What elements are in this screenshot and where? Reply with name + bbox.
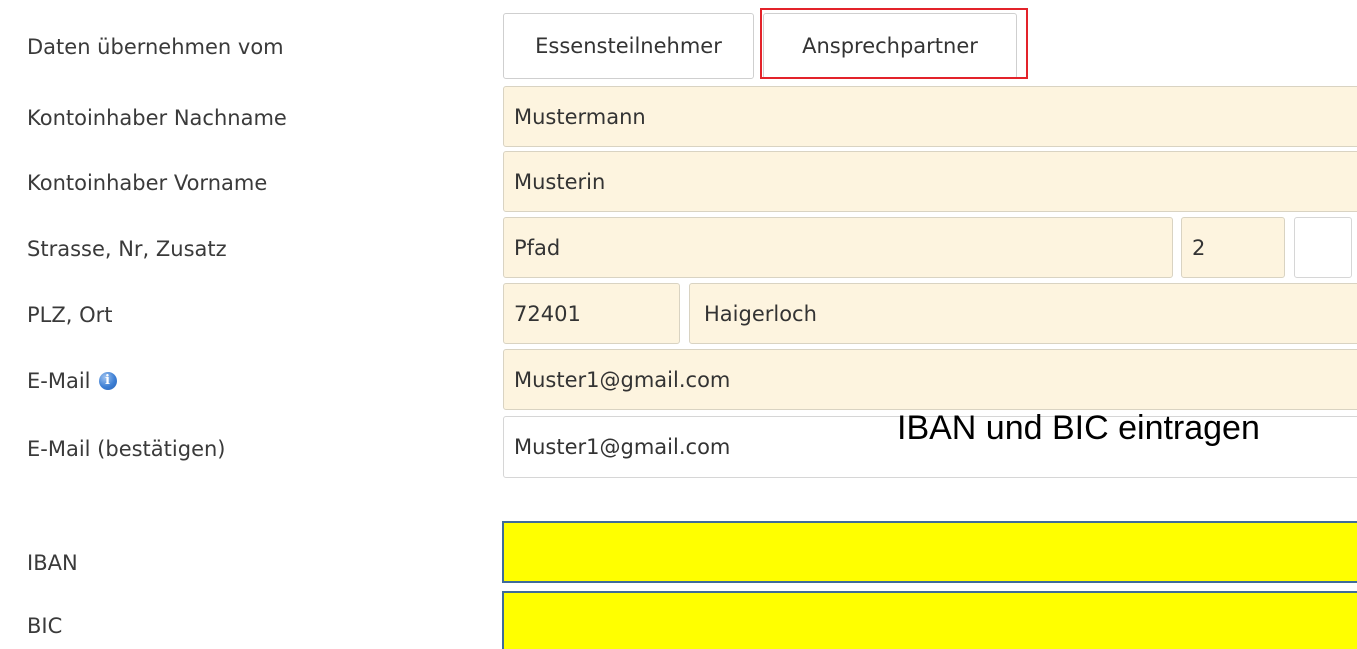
bic-field[interactable]: [502, 591, 1357, 649]
city-field[interactable]: Haigerloch: [689, 283, 1357, 344]
email-field[interactable]: Muster1@gmail.com: [503, 349, 1357, 410]
street-field[interactable]: Pfad: [503, 217, 1173, 278]
bank-details-form: Daten übernehmen vom Essensteilnehmer An…: [0, 0, 1357, 649]
label-last-name: Kontoinhaber Nachname: [27, 106, 287, 130]
address-addition-field[interactable]: [1294, 217, 1352, 278]
label-email-confirm: E-Mail (bestätigen): [27, 437, 226, 461]
label-iban: IBAN: [27, 551, 78, 575]
copy-from-participant-button[interactable]: Essensteilnehmer: [503, 13, 754, 79]
label-zip-city: PLZ, Ort: [27, 303, 113, 327]
last-name-field[interactable]: Mustermann: [503, 86, 1357, 147]
annotation-text: IBAN und BIC eintragen: [897, 409, 1260, 447]
label-bic: BIC: [27, 614, 63, 638]
house-number-field[interactable]: 2: [1181, 217, 1285, 278]
first-name-field[interactable]: Musterin: [503, 151, 1357, 212]
label-street: Strasse, Nr, Zusatz: [27, 237, 227, 261]
label-first-name: Kontoinhaber Vorname: [27, 171, 268, 195]
iban-field[interactable]: [502, 521, 1357, 583]
copy-from-contact-button[interactable]: Ansprechpartner: [763, 13, 1017, 79]
zip-field[interactable]: 72401: [503, 283, 680, 344]
label-email-text: E-Mail: [27, 369, 91, 393]
label-copy-from: Daten übernehmen vom: [27, 35, 284, 59]
label-email: E-Mail i: [27, 371, 117, 392]
info-icon[interactable]: i: [98, 372, 117, 390]
